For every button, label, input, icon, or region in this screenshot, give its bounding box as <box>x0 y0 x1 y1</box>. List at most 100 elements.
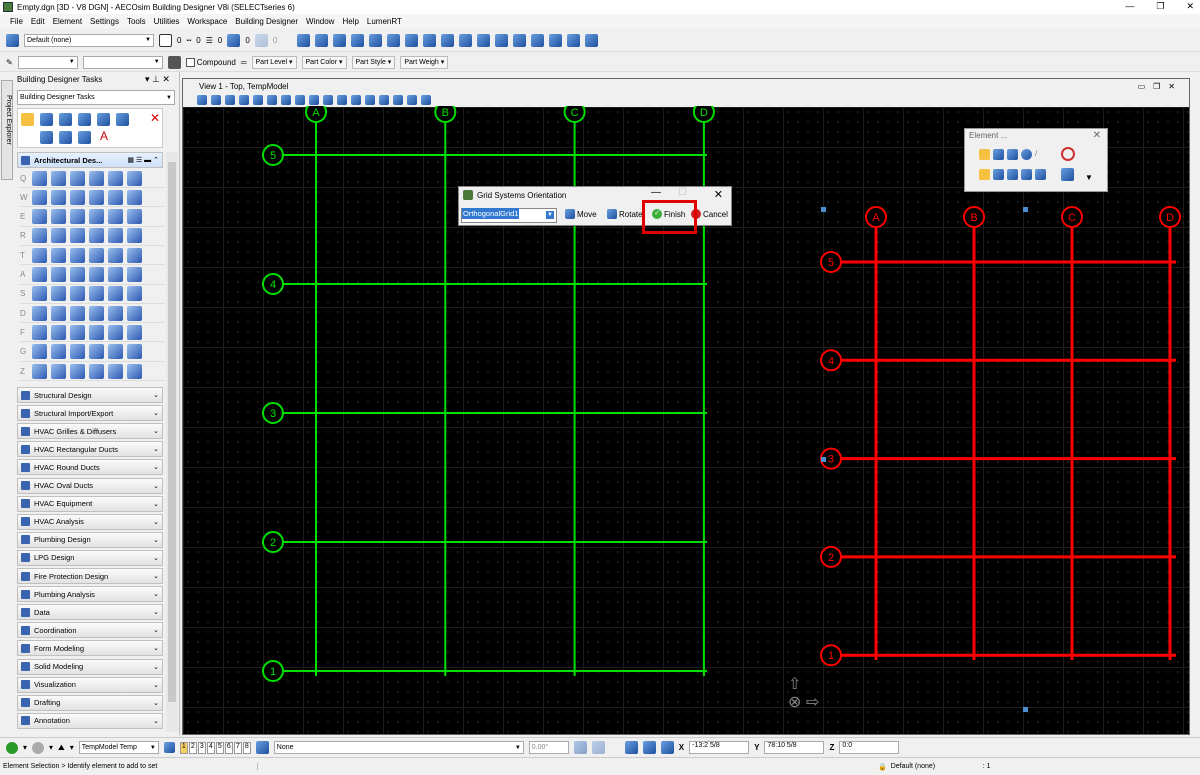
class-combo[interactable]: ▼ <box>17 55 78 69</box>
view-groups-icon[interactable] <box>163 742 175 753</box>
part-weight-button[interactable]: Part Weigh ▾ <box>400 55 449 69</box>
task-tool-icon[interactable] <box>51 189 66 205</box>
fit-view-icon[interactable] <box>295 95 305 105</box>
task-tool-icon[interactable] <box>127 209 142 225</box>
invert-mode-icon[interactable] <box>1021 169 1032 180</box>
maximize-button[interactable]: ❐ <box>1156 1 1164 12</box>
tool-icon[interactable] <box>459 33 473 47</box>
menu-file[interactable]: File <box>10 17 23 26</box>
task-group-plumbing-design[interactable]: Plumbing Design ⌄ <box>17 531 163 548</box>
task-tool-icon[interactable] <box>51 228 66 244</box>
task-tool-icon[interactable] <box>108 247 123 263</box>
minimize-button[interactable]: — <box>1125 1 1134 12</box>
tool-icon[interactable] <box>369 33 383 47</box>
task-group-hvac-analysis[interactable]: HVAC Analysis ⌄ <box>17 513 163 530</box>
task-group-annotation[interactable]: Annotation ⌄ <box>17 712 163 729</box>
task-tool-icon[interactable] <box>108 324 123 340</box>
view-window-controls[interactable]: ▭❐✕ <box>1138 82 1183 91</box>
back-icon[interactable] <box>6 741 18 754</box>
window-area-icon[interactable] <box>281 95 291 105</box>
task-tool-icon[interactable] <box>70 170 85 186</box>
zoom-in-icon[interactable] <box>253 95 263 105</box>
task-tool-icon[interactable] <box>51 247 66 263</box>
subtract-mode-icon[interactable] <box>1007 169 1018 180</box>
task-group-drafting[interactable]: Drafting ⌄ <box>17 694 163 711</box>
task-tool-icon[interactable] <box>51 170 66 186</box>
pen-icon[interactable]: ✎ <box>6 58 13 67</box>
view-button-5[interactable]: 5 <box>215 741 224 754</box>
task-tool-icon[interactable] <box>89 344 104 360</box>
text-icon[interactable]: A <box>100 129 108 143</box>
tool-icon[interactable] <box>513 33 527 47</box>
task-tool-icon[interactable] <box>108 305 123 321</box>
more-dropdown-icon[interactable]: ▼ <box>1085 173 1093 182</box>
new-mode-icon[interactable] <box>979 169 990 180</box>
task-tool-icon[interactable] <box>89 267 104 282</box>
menu-edit[interactable]: Edit <box>31 17 45 26</box>
task-group-lpg-design[interactable]: LPG Design ⌄ <box>17 549 163 566</box>
individual-method-icon[interactable] <box>979 149 990 160</box>
forward-icon[interactable] <box>32 741 45 754</box>
task-group-hvac-grilles-diffusers[interactable]: HVAC Grilles & Diffusers ⌄ <box>17 423 163 440</box>
fill-icon[interactable] <box>167 55 181 69</box>
task-tool-icon[interactable] <box>89 324 104 340</box>
tool-icon[interactable] <box>585 33 599 47</box>
task-tool-icon[interactable] <box>108 286 123 302</box>
tool-icon[interactable] <box>59 131 72 144</box>
task-group-solid-modeling[interactable]: Solid Modeling ⌄ <box>17 658 163 675</box>
tool-icon[interactable] <box>315 33 329 47</box>
tasks-combo[interactable]: Building Designer Tasks ▼ <box>17 90 175 105</box>
task-tool-icon[interactable] <box>89 228 104 244</box>
tool-icon[interactable] <box>78 113 91 126</box>
delete-icon[interactable]: ✕ <box>150 111 160 125</box>
task-tool-icon[interactable] <box>51 305 66 321</box>
task-tool-icon[interactable] <box>70 305 85 321</box>
view-button-2[interactable]: 2 <box>188 741 197 754</box>
grid-select[interactable]: OrthogonalGrid1 ▼ <box>461 208 557 223</box>
task-tool-icon[interactable] <box>127 305 142 321</box>
task-tool-icon[interactable] <box>32 286 47 302</box>
tool-icon[interactable] <box>351 33 365 47</box>
architectural-design-section[interactable]: Architectural Des... ▦ ☰ ▬ ⌃ <box>17 152 163 168</box>
view-button-4[interactable]: 4 <box>206 741 215 754</box>
z-coordinate-field[interactable]: 0:0 <box>839 741 900 754</box>
task-tool-icon[interactable] <box>70 363 85 379</box>
tool-icon[interactable] <box>97 113 110 126</box>
task-group-plumbing-analysis[interactable]: Plumbing Analysis ⌄ <box>17 586 163 603</box>
part-style-button[interactable]: Part Style ▾ <box>351 55 396 69</box>
view-attributes-icon[interactable] <box>197 95 207 105</box>
task-tool-icon[interactable] <box>51 324 66 340</box>
task-tool-icon[interactable] <box>127 189 142 205</box>
task-tool-icon[interactable] <box>32 209 47 225</box>
tool-icon[interactable] <box>78 131 91 144</box>
task-group-fire-protection-design[interactable]: Fire Protection Design ⌄ <box>17 568 163 584</box>
task-tool-icon[interactable] <box>108 363 123 379</box>
transparency-value[interactable]: 0 <box>245 36 249 45</box>
task-tool-icon[interactable] <box>127 286 142 302</box>
task-group-structural-import-export[interactable]: Structural Import/Export ⌄ <box>17 405 163 422</box>
tool-icon[interactable] <box>116 113 129 126</box>
task-tool-icon[interactable] <box>108 189 123 205</box>
select-all-icon[interactable] <box>1035 169 1046 180</box>
project-explorer-tab[interactable]: Project Explorer <box>1 80 13 180</box>
tool-icon[interactable] <box>423 33 437 47</box>
task-tool-icon[interactable] <box>32 170 47 186</box>
tool-icon[interactable] <box>531 33 545 47</box>
menu-workspace[interactable]: Workspace <box>187 17 227 26</box>
priority-icon[interactable] <box>254 33 268 47</box>
snap-mode-icon[interactable] <box>660 741 674 754</box>
view-button-1[interactable]: 1 <box>179 741 188 754</box>
close-button[interactable]: ✕ <box>1186 1 1194 12</box>
menu-element[interactable]: Element <box>53 17 82 26</box>
menu-settings[interactable]: Settings <box>90 17 119 26</box>
task-tool-icon[interactable] <box>32 363 47 379</box>
task-tool-icon[interactable] <box>108 170 123 186</box>
priority-value[interactable]: 0 <box>273 36 277 45</box>
task-tool-icon[interactable] <box>32 267 47 282</box>
task-tool-icon[interactable] <box>89 189 104 205</box>
task-group-hvac-equipment[interactable]: HVAC Equipment ⌄ <box>17 495 163 512</box>
line-weight-icon[interactable]: ☰ <box>206 36 213 45</box>
transparency-icon[interactable] <box>227 33 241 47</box>
angle-field[interactable]: 0.00° <box>528 741 569 754</box>
task-tool-icon[interactable] <box>70 324 85 340</box>
